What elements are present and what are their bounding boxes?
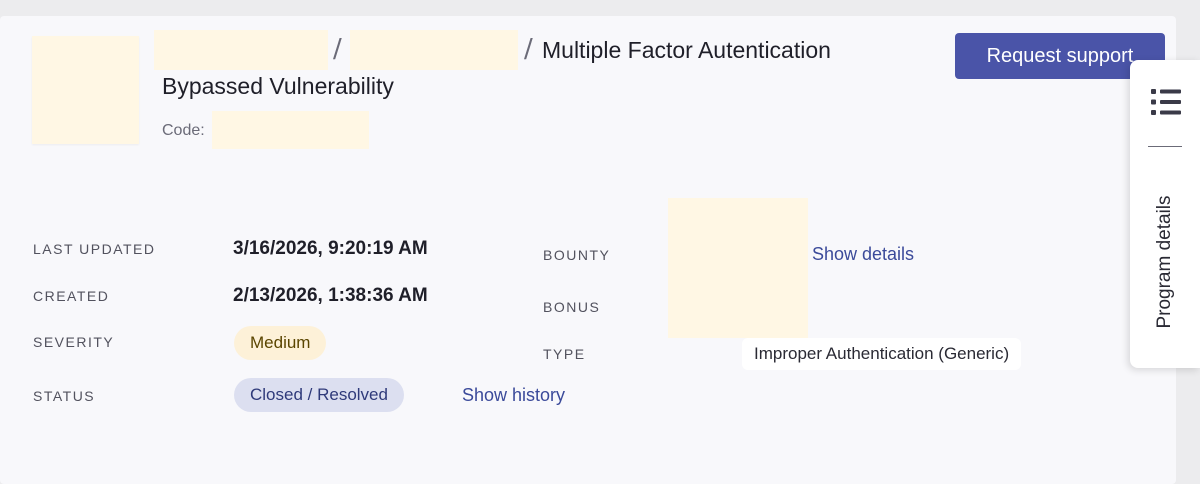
created-value: 2/13/2026, 1:38:36 AM [233,285,428,306]
last-updated-value: 3/16/2026, 9:20:19 AM [233,238,428,259]
created-label: CREATED [33,288,110,304]
type-value: Improper Authentication (Generic) [742,338,1022,370]
bounty-label: BOUNTY [543,247,611,263]
program-details-tab-label[interactable]: Program details [1154,195,1176,328]
bounty-bonus-value-redacted [668,198,808,338]
severity-badge: Medium [234,326,327,360]
show-history-link[interactable]: Show history [462,385,565,406]
breadcrumb-program-redacted[interactable] [154,30,328,70]
status-label: STATUS [33,388,96,404]
page-title-continued: Bypassed Vulnerability [162,73,394,99]
type-label: TYPE [543,346,586,362]
code-value-redacted [212,111,369,149]
panel-divider [1148,146,1182,147]
breadcrumb-separator: / [333,34,342,64]
code-label: Code: [162,122,205,139]
bonus-label: BONUS [543,299,601,315]
list-icon[interactable] [1151,88,1181,116]
breadcrumb-separator: / [524,34,533,64]
last-updated-label: LAST UPDATED [33,241,156,257]
page-title: Multiple Factor Autentication [542,37,831,63]
breadcrumb-section-redacted[interactable] [350,30,518,70]
severity-label: SEVERITY [33,334,115,350]
avatar [32,36,139,144]
show-details-link[interactable]: Show details [812,244,914,265]
status-badge: Closed / Resolved [234,378,404,412]
program-details-panel[interactable]: Program details [1130,60,1200,368]
